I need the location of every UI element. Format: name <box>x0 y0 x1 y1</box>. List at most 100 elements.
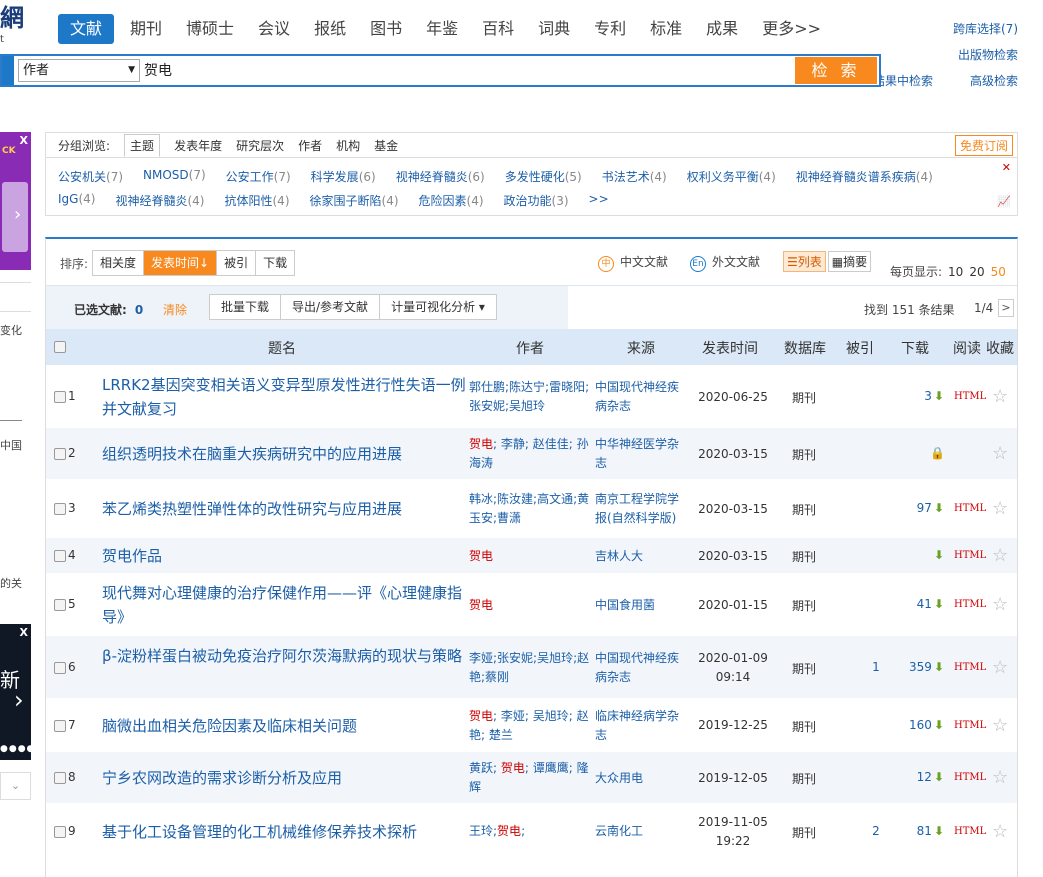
page-size-50[interactable]: 50 <box>991 265 1006 279</box>
tab-yearbooks[interactable]: 年鉴 <box>414 14 470 44</box>
html-read-link[interactable]: HTML <box>954 550 986 561</box>
row-checkbox[interactable] <box>54 448 66 460</box>
author-list[interactable]: 王玲;贺电; <box>469 822 592 841</box>
col-database[interactable]: 数据库 <box>784 338 826 358</box>
search-field-select[interactable]: 作者 ▼ <box>18 59 140 82</box>
source-link[interactable]: 云南化工 <box>595 822 685 841</box>
tab-literature[interactable]: 文献 <box>58 14 115 44</box>
row-checkbox[interactable] <box>54 719 66 732</box>
cross-db-select-link[interactable]: 跨库选择(7) <box>953 20 1018 37</box>
row-checkbox[interactable] <box>54 599 66 611</box>
close-icon[interactable]: X <box>20 134 28 147</box>
free-subscribe-button[interactable]: 免费订阅 <box>954 135 1013 156</box>
facet-topic-item[interactable]: 徐家围子断陷(4) <box>310 192 399 209</box>
article-title-link[interactable]: 贺电作品 <box>102 544 467 568</box>
search-button[interactable]: 检 索 <box>795 57 877 84</box>
close-icon[interactable]: X <box>20 626 28 639</box>
tab-conferences[interactable]: 会议 <box>246 14 302 44</box>
facet-tab-fund[interactable]: 基金 <box>374 137 398 154</box>
download-link[interactable]: 81 ⬇ <box>898 824 944 838</box>
download-link[interactable]: 97 ⬇ <box>898 501 944 515</box>
author-list[interactable]: 韩冰;陈汝建;高文通;黄玉安;曹潇 <box>469 490 592 528</box>
search-in-results-link[interactable]: 结果中检索 <box>873 72 933 89</box>
carousel-dots[interactable]: ●●●● <box>0 744 31 754</box>
facet-topic-item[interactable]: 抗体阳性(4) <box>224 192 289 209</box>
tab-patents[interactable]: 专利 <box>582 14 638 44</box>
page-size-20[interactable]: 20 <box>969 265 984 279</box>
tab-more[interactable]: 更多>> <box>750 14 833 44</box>
favorite-star-icon[interactable]: ☆ <box>992 657 1008 678</box>
favorite-star-icon[interactable]: ☆ <box>992 498 1008 519</box>
sort-download-button[interactable]: 下载 <box>256 251 294 275</box>
article-title-link[interactable]: 宁乡农网改造的需求诊断分析及应用 <box>102 766 467 790</box>
abstract-view-button[interactable]: ▦摘要 <box>827 251 872 272</box>
facet-topic-item[interactable]: 视神经脊髓炎谱系疾病(4) <box>796 168 933 185</box>
download-link[interactable]: 160 ⬇ <box>898 718 944 732</box>
article-title-link[interactable]: 现代舞对心理健康的治疗保健作用——评《心理健康指导》 <box>102 581 467 629</box>
source-link[interactable]: 中国现代神经疾病杂志 <box>595 649 685 687</box>
row-checkbox[interactable] <box>54 391 66 403</box>
article-title-link[interactable]: 基于化工设备管理的化工机械维修保养技术探析 <box>102 820 467 844</box>
facet-more-link[interactable]: >> <box>589 192 609 209</box>
source-link[interactable]: 中国现代神经疾病杂志 <box>595 378 685 416</box>
facet-topic-item[interactable]: 公安工作(7) <box>226 168 291 185</box>
author-list[interactable]: 贺电; 李静; 赵佳佳; 孙海涛 <box>469 435 592 473</box>
col-download[interactable]: 下载 <box>901 338 929 358</box>
html-read-link[interactable]: HTML <box>954 720 986 731</box>
facet-tab-topic[interactable]: 主题 <box>124 133 161 157</box>
download-link[interactable]: ⬇ <box>898 548 944 562</box>
sort-relevance-button[interactable]: 相关度 <box>93 251 145 275</box>
page-size-10[interactable]: 10 <box>948 265 963 279</box>
source-link[interactable]: 临床神经病学杂志 <box>595 707 685 745</box>
source-link[interactable]: 中华神经医学杂志 <box>595 435 685 473</box>
chinese-literature-link[interactable]: 中中文文献 <box>598 253 668 272</box>
html-read-link[interactable]: HTML <box>954 391 986 402</box>
batch-download-button[interactable]: 批量下载 <box>210 295 282 319</box>
facet-topic-item[interactable]: NMOSD(7) <box>143 168 206 185</box>
tab-books[interactable]: 图书 <box>358 14 414 44</box>
facet-tab-institution[interactable]: 机构 <box>336 137 360 154</box>
download-link[interactable]: 3 ⬇ <box>898 389 944 403</box>
facet-tab-year[interactable]: 发表年度 <box>174 137 222 154</box>
tab-standards[interactable]: 标准 <box>638 14 694 44</box>
source-link[interactable]: 中国食用菌 <box>595 596 685 615</box>
tab-newspapers[interactable]: 报纸 <box>302 14 358 44</box>
col-cited[interactable]: 被引 <box>846 338 874 358</box>
facet-topic-item[interactable]: 书法艺术(4) <box>602 168 667 185</box>
row-checkbox[interactable] <box>54 550 66 562</box>
source-link[interactable]: 南京工程学院学报(自然科学版) <box>595 490 685 528</box>
visual-analysis-button[interactable]: 计量可视化分析 ▾ <box>380 295 496 319</box>
tab-theses[interactable]: 博硕士 <box>174 14 246 44</box>
export-reference-button[interactable]: 导出/参考文献 <box>281 295 381 319</box>
facet-tab-level[interactable]: 研究层次 <box>236 137 284 154</box>
clear-selection-button[interactable]: 清除 <box>163 301 187 318</box>
author-list[interactable]: 贺电 <box>469 596 592 615</box>
row-checkbox[interactable] <box>54 772 66 784</box>
facet-topic-item[interactable]: 视神经脊髓炎(4) <box>115 192 204 209</box>
html-read-link[interactable]: HTML <box>954 826 986 837</box>
author-list[interactable]: 黄跃; 贺电; 谭鹰鹰; 隆辉 <box>469 759 592 797</box>
cited-count-link[interactable]: 1 <box>866 660 886 674</box>
col-title[interactable]: 题名 <box>268 338 296 358</box>
sort-date-button[interactable]: 发表时间↓ <box>144 251 218 275</box>
facet-topic-item[interactable]: 科学发展(6) <box>311 168 376 185</box>
favorite-star-icon[interactable]: ☆ <box>992 443 1008 464</box>
article-title-link[interactable]: LRRK2基因突变相关语义变异型原发性进行性失语一例并文献复习 <box>102 373 467 421</box>
facet-topic-item[interactable]: 危险因素(4) <box>419 192 484 209</box>
close-icon[interactable]: ✕ <box>1002 161 1011 174</box>
sort-cited-button[interactable]: 被引 <box>217 251 257 275</box>
side-ad-banner[interactable]: X CK › <box>0 132 31 270</box>
side-ad-banner[interactable]: X 新 › ●●●● <box>0 624 31 760</box>
publication-search-link[interactable]: 出版物检索 <box>958 46 1018 63</box>
facet-topic-item[interactable]: IgG(4) <box>58 192 95 209</box>
download-link[interactable]: 12 ⬇ <box>898 770 944 784</box>
article-title-link[interactable]: 组织透明技术在脑重大疾病研究中的应用进展 <box>102 442 467 466</box>
download-link[interactable]: 359 ⬇ <box>898 660 944 674</box>
facet-topic-item[interactable]: 政治功能(3) <box>504 192 569 209</box>
favorite-star-icon[interactable]: ☆ <box>992 386 1008 407</box>
facet-topic-item[interactable]: 公安机关(7) <box>58 168 123 185</box>
article-title-link[interactable]: β-淀粉样蛋白被动免疫治疗阿尔茨海默病的现状与策略 <box>102 644 467 668</box>
next-page-button[interactable]: > <box>998 299 1014 317</box>
chevron-right-icon[interactable]: › <box>14 204 21 225</box>
select-all-checkbox[interactable] <box>54 341 66 353</box>
